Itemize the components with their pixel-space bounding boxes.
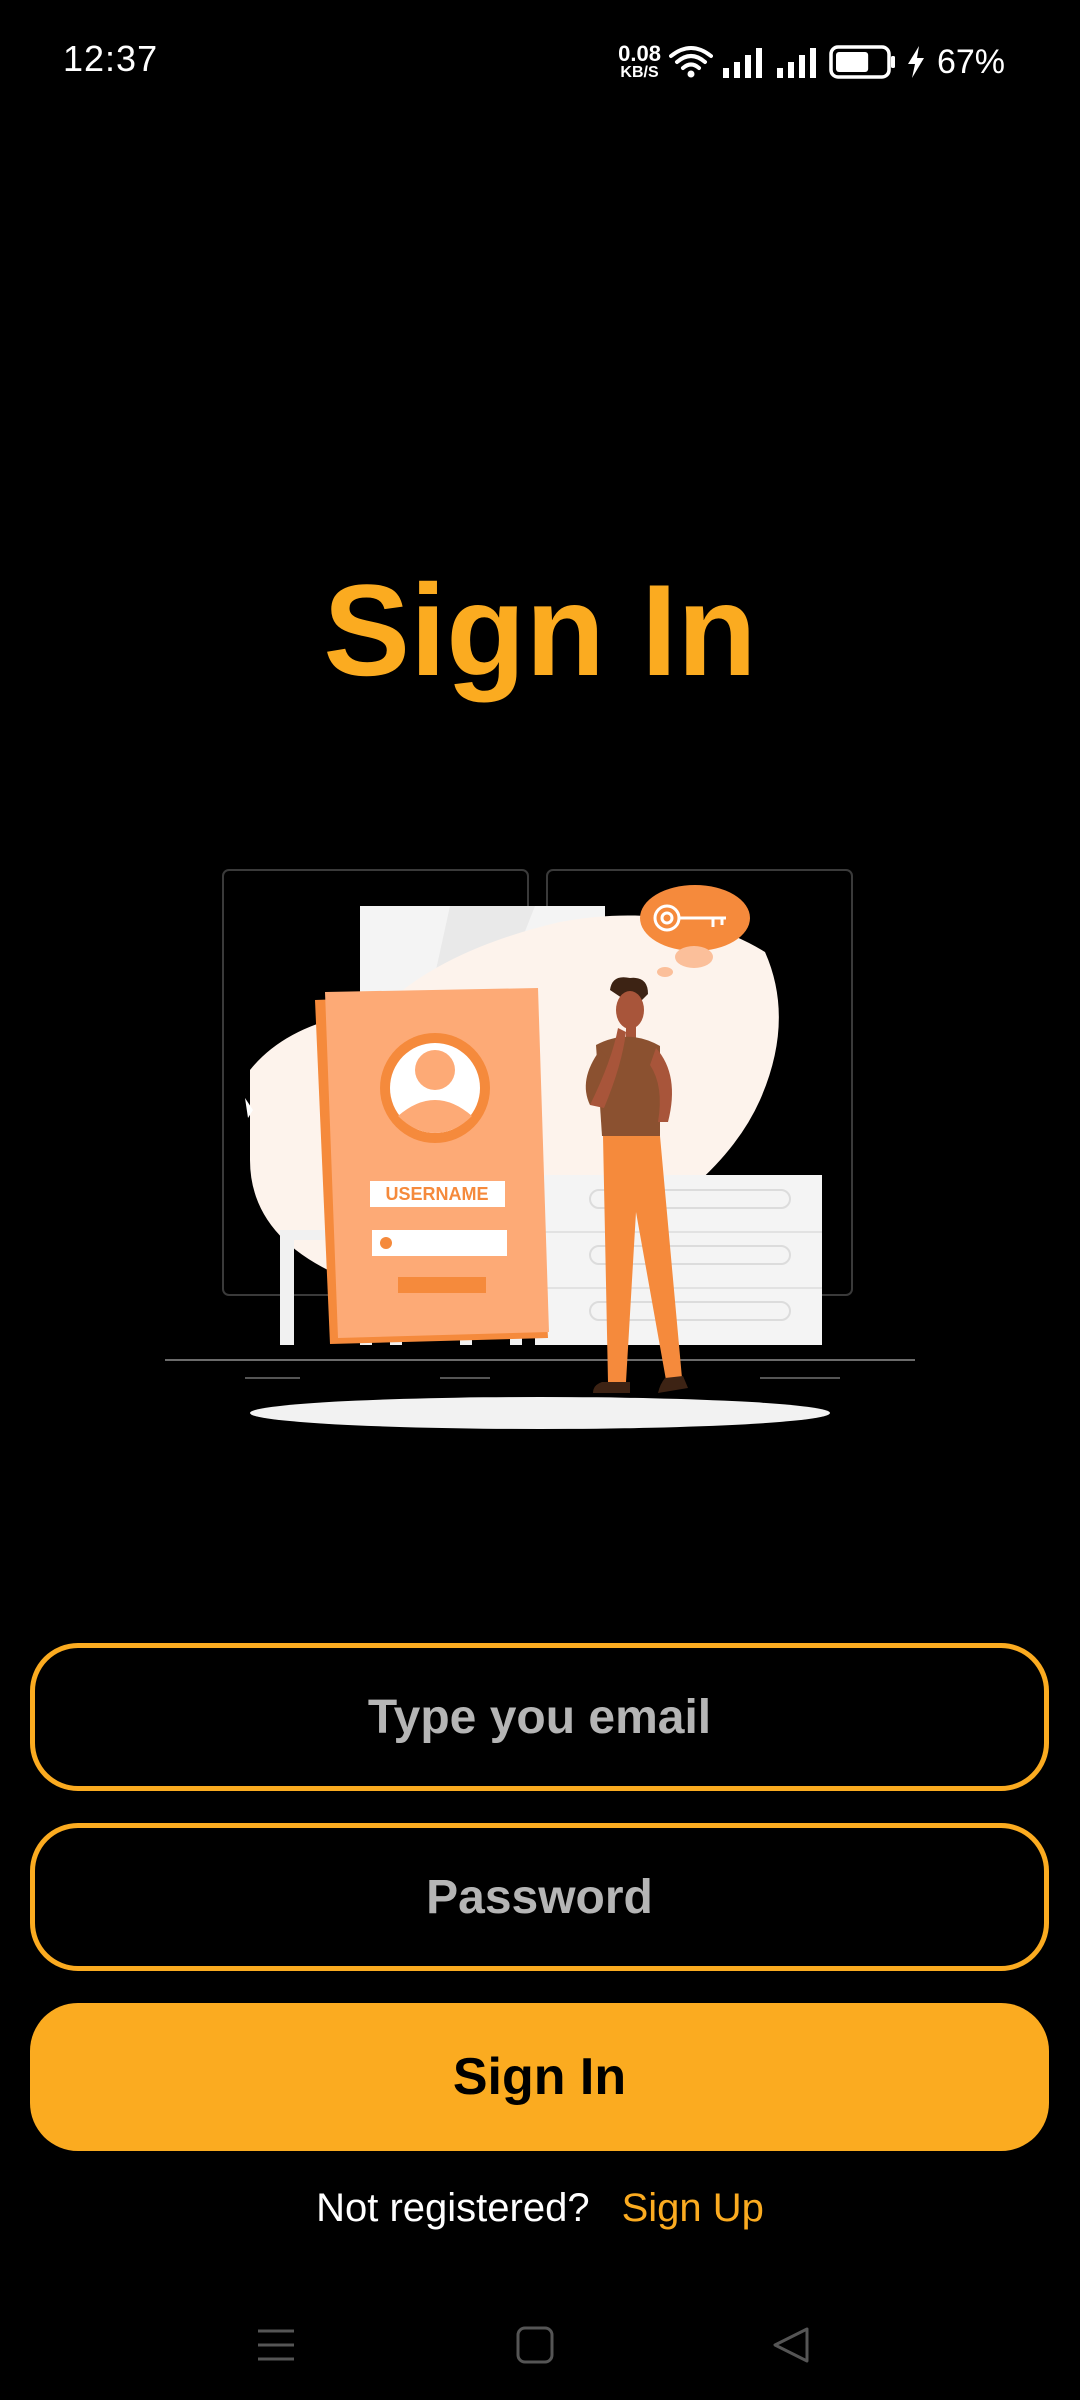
back-icon <box>771 2325 811 2370</box>
register-row: Not registered? Sign Up <box>0 2186 1080 2231</box>
status-icons: 0.08 KB/S 67% <box>618 36 1005 88</box>
wifi-icon <box>668 44 713 80</box>
floor-shadow <box>250 1397 830 1429</box>
sign-up-link[interactable]: Sign Up <box>622 2186 764 2231</box>
home-button[interactable] <box>500 2312 570 2382</box>
battery-percentage: 67% <box>936 42 1005 81</box>
network-speed-unit: KB/S <box>620 64 659 81</box>
signal-icon <box>775 46 821 78</box>
card-username-label: USERNAME <box>385 1184 488 1204</box>
sign-in-button[interactable]: Sign In <box>30 2003 1049 2151</box>
menu-icon <box>256 2325 296 2370</box>
email-field[interactable] <box>30 1643 1049 1791</box>
sign-in-illustration: USERNAME <box>160 860 920 1440</box>
status-bar: 12:37 0.08 KB/S 67% <box>0 0 1080 124</box>
menu-button[interactable] <box>241 2312 311 2382</box>
email-input[interactable] <box>83 1688 996 1746</box>
network-speed: 0.08 KB/S <box>618 43 661 81</box>
charging-icon <box>905 45 927 79</box>
home-icon <box>515 2325 555 2370</box>
page-title: Sign In <box>323 557 757 703</box>
password-field[interactable] <box>30 1823 1049 1971</box>
navigation-bar <box>0 2300 1080 2400</box>
password-input[interactable] <box>83 1868 996 1926</box>
network-speed-value: 0.08 <box>618 41 661 66</box>
status-time: 12:37 <box>63 38 159 79</box>
battery-icon <box>829 45 897 79</box>
register-prompt: Not registered? <box>316 2186 590 2230</box>
signal-icon <box>721 46 767 78</box>
back-button[interactable] <box>756 2312 826 2382</box>
